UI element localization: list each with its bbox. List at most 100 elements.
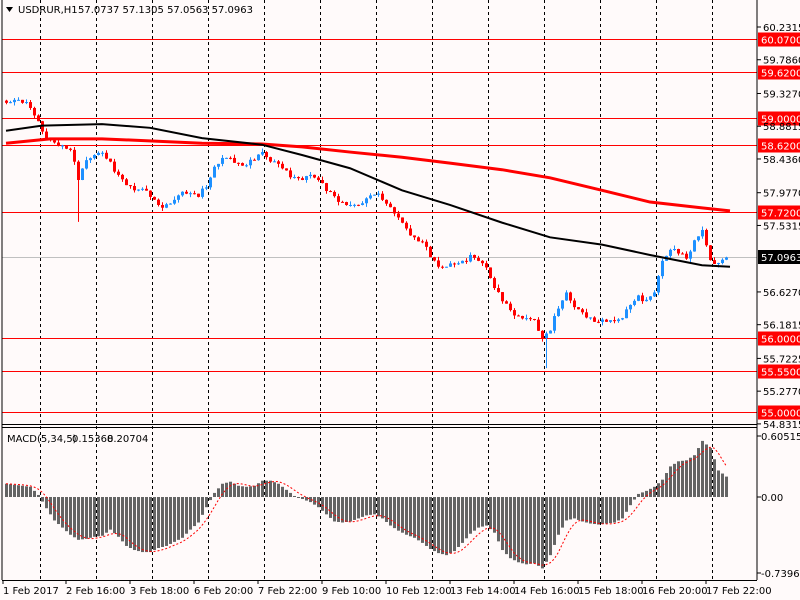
macd-histogram-bar [97, 497, 100, 537]
macd-histogram-bar [65, 497, 68, 532]
macd-histogram-bar [9, 484, 12, 497]
macd-histogram-bar [669, 466, 672, 497]
bearish-candle [5, 100, 8, 103]
macd-histogram-bar [21, 485, 24, 497]
macd-histogram-bar [617, 497, 620, 521]
bullish-candle [89, 158, 92, 161]
bullish-candle [689, 251, 692, 259]
macd-histogram-bar [625, 497, 628, 512]
bearish-candle [105, 152, 108, 159]
macd-histogram-bar [685, 460, 688, 497]
bearish-candle [541, 330, 544, 339]
macd-histogram-bar [389, 497, 392, 526]
macd-histogram-bar [613, 497, 616, 523]
macd-histogram-bar [45, 497, 48, 509]
bullish-candle [309, 174, 312, 177]
macd-histogram-bar [49, 497, 52, 515]
macd-histogram-bar [341, 497, 344, 523]
macd-histogram-bar [249, 486, 252, 497]
macd-histogram-bar [53, 497, 56, 521]
macd-histogram-bar [225, 482, 228, 497]
bullish-candle [661, 260, 664, 277]
bearish-candle [233, 157, 236, 163]
macd-histogram-bar [189, 497, 192, 530]
bullish-candle [17, 99, 20, 101]
price-tick-label: 57.5315 [763, 221, 800, 232]
bullish-candle [549, 330, 552, 334]
bullish-candle [369, 195, 372, 199]
bearish-candle [501, 292, 504, 302]
bullish-candle [657, 276, 660, 293]
macd-histogram-bar [633, 497, 636, 500]
price-chart[interactable]: 60.070059.620059.000058.620057.720056.00… [0, 0, 800, 600]
bullish-candle [725, 257, 728, 260]
macd-histogram-bar [693, 455, 696, 497]
macd-histogram-bar [205, 497, 208, 508]
macd-histogram-bar [561, 497, 564, 528]
macd-histogram-bar [213, 492, 216, 497]
bearish-candle [421, 241, 424, 243]
bearish-candle [713, 260, 716, 264]
macd-histogram-bar [85, 497, 88, 539]
macd-histogram-bar [165, 497, 168, 546]
bearish-candle [453, 263, 456, 265]
bearish-candle [133, 185, 136, 191]
bullish-candle [589, 317, 592, 319]
bearish-candle [37, 115, 40, 122]
macd-histogram-bar [361, 497, 364, 517]
ohlc-values: 57.0737 57.1305 57.0563 57.0963 [78, 5, 253, 16]
macd-histogram-bar [241, 486, 244, 497]
time-label: 13 Feb 14:00 [450, 586, 516, 597]
macd-histogram-bar [145, 497, 148, 553]
macd-histogram-bar [445, 497, 448, 556]
macd-histogram-bar [245, 486, 248, 497]
bearish-candle [65, 145, 68, 149]
bullish-candle [273, 161, 276, 163]
macd-histogram-bar [333, 497, 336, 522]
bearish-candle [481, 260, 484, 264]
bearish-candle [505, 301, 508, 304]
bearish-candle [593, 317, 596, 322]
bullish-candle [137, 189, 140, 191]
macd-histogram-bar [217, 488, 220, 497]
bearish-candle [69, 148, 72, 150]
bullish-candle [629, 304, 632, 310]
bearish-candle [241, 163, 244, 166]
macd-histogram-bar [597, 497, 600, 525]
macd-histogram-bar [345, 497, 348, 522]
bearish-candle [161, 204, 164, 208]
bullish-candle [13, 99, 16, 103]
bearish-candle [405, 222, 408, 229]
macd-histogram-bar [421, 497, 424, 543]
macd-histogram-bar [565, 497, 568, 521]
time-label: 16 Feb 20:00 [642, 586, 708, 597]
macd-histogram-bar [637, 493, 640, 497]
bearish-candle [425, 241, 428, 247]
macd-histogram-bar [101, 497, 104, 536]
macd-histogram-bar [373, 497, 376, 515]
macd-histogram-bar [505, 497, 508, 555]
bullish-candle [445, 266, 448, 268]
bullish-candle [81, 168, 84, 180]
macd-histogram-bar [409, 497, 412, 537]
macd-histogram-bar [593, 497, 596, 525]
macd-histogram-bar [473, 497, 476, 531]
bearish-candle [585, 312, 588, 318]
macd-histogram-bar [285, 489, 288, 497]
macd-histogram-bar [697, 448, 700, 497]
bullish-candle [169, 203, 172, 205]
bearish-candle [265, 152, 268, 158]
bearish-candle [613, 320, 616, 322]
bearish-candle [29, 102, 32, 108]
macd-histogram-bar [557, 497, 560, 535]
macd-histogram-bar [701, 440, 704, 497]
bearish-candle [297, 177, 300, 179]
macd-histogram-bar [177, 497, 180, 540]
level-value: 60.0700 [761, 36, 800, 47]
macd-histogram-bar [653, 486, 656, 497]
macd-histogram-bar [381, 497, 384, 519]
macd-histogram-bar [89, 497, 92, 538]
bearish-candle [509, 303, 512, 311]
macd-histogram-bar [105, 497, 108, 533]
bullish-candle [653, 292, 656, 297]
